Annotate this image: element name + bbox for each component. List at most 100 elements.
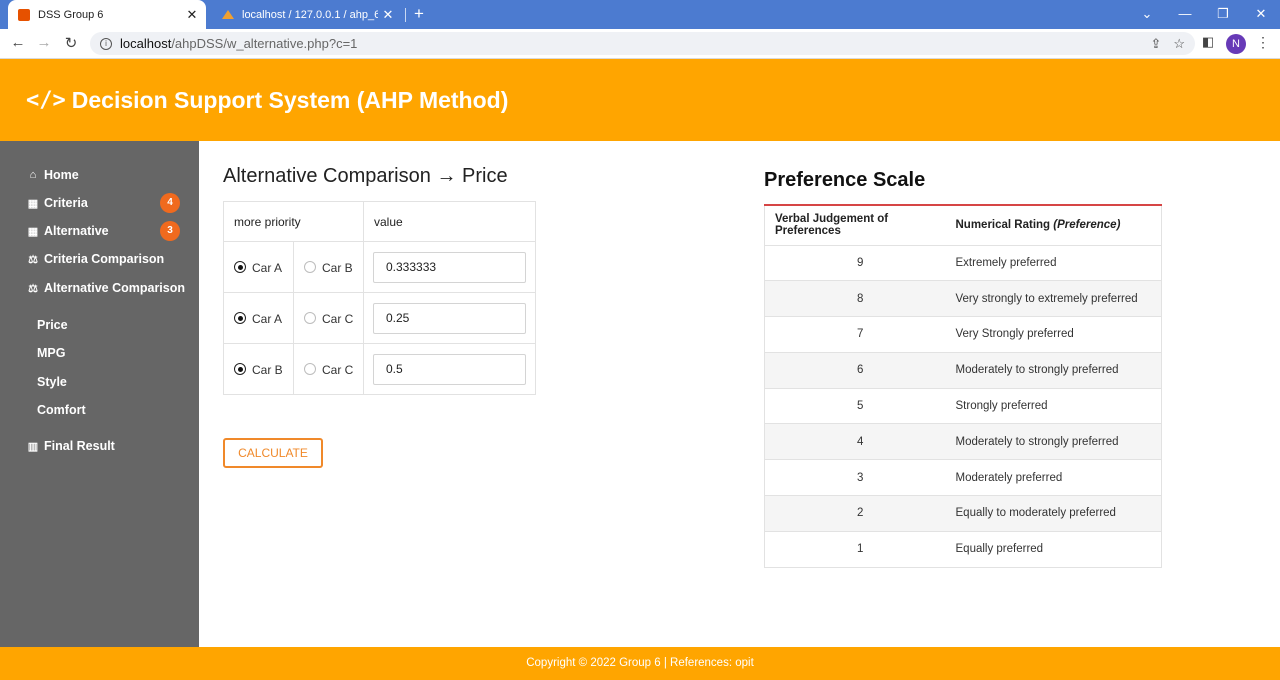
close-window-icon[interactable]: ✕	[1242, 0, 1280, 29]
sidebar-item-criteria-comparison[interactable]: ⚖ Criteria Comparison	[26, 248, 191, 270]
back-arrow-icon[interactable]: ←	[8, 34, 28, 51]
window-controls: ⌄ — ❐ ✕	[1128, 0, 1280, 29]
value-input[interactable]	[373, 353, 526, 385]
value-input[interactable]	[373, 251, 526, 283]
radio-label: Car C	[322, 362, 354, 377]
radio-unchecked-icon[interactable]	[304, 261, 316, 274]
column-header-verbal: Verbal Judgement of Preferences	[764, 205, 956, 246]
app-header: </> Decision Support System (AHP Method)	[0, 59, 1280, 141]
column-header-numerical-text: Numerical Rating	[955, 219, 1051, 232]
table-row: 5 Strongly preferred	[764, 388, 1162, 425]
brand-title[interactable]: Decision Support System (AHP Method)	[72, 87, 509, 114]
share-icon[interactable]: ⇪	[1150, 36, 1161, 52]
column-header-numerical-em: (Preference)	[1053, 219, 1121, 232]
sidebar-subitem-price[interactable]: Price	[37, 318, 68, 332]
close-icon[interactable]: ✕	[378, 7, 398, 23]
radio-checked-icon[interactable]	[234, 261, 246, 274]
minimize-icon[interactable]: —	[1166, 0, 1204, 29]
sidebar-subitem-comfort[interactable]: Comfort	[37, 403, 86, 417]
arrow-icon: →	[436, 165, 457, 187]
radio-label: Car C	[322, 311, 354, 326]
rating-number: 2	[764, 495, 956, 532]
profile-avatar[interactable]: N	[1226, 34, 1246, 54]
table-row: 7 Very Strongly preferred	[764, 316, 1162, 353]
table-icon: ▦	[27, 225, 39, 238]
table-header-row: Verbal Judgement of Preferences Numerica…	[764, 205, 1162, 246]
rating-text: Strongly preferred	[955, 388, 1162, 425]
rating-number: 6	[764, 352, 956, 389]
code-icon: </>	[26, 87, 66, 113]
browser-tab-inactive[interactable]: localhost / 127.0.0.1 / ahp_6 | php ✕	[210, 0, 402, 29]
url-host: localhost	[120, 36, 172, 51]
side-panel-icon[interactable]: ◧	[1198, 34, 1218, 50]
browser-tab-bar: DSS Group 6 ✕ localhost / 127.0.0.1 / ah…	[0, 0, 1280, 29]
restore-icon[interactable]: ❐	[1204, 0, 1242, 29]
tab-separator	[405, 8, 406, 22]
browser-tab-active[interactable]: DSS Group 6 ✕	[8, 0, 206, 29]
page-title: Alternative Comparison → Price	[223, 165, 508, 188]
sidebar-item-label: Criteria	[44, 196, 88, 210]
rating-text: Very strongly to extremely preferred	[955, 280, 1162, 318]
radio-option-a[interactable]: Car A	[223, 292, 294, 344]
table-row: 1 Equally preferred	[764, 531, 1162, 568]
radio-label: Car A	[252, 311, 283, 326]
sidebar-subitem-style[interactable]: Style	[37, 375, 67, 389]
tab-title: localhost / 127.0.0.1 / ahp_6 | php	[242, 8, 378, 21]
rating-number: 3	[764, 459, 956, 497]
bar-chart-icon: ▥	[27, 440, 39, 453]
column-header-numerical: Numerical Rating (Preference)	[955, 205, 1162, 246]
home-icon: ⌂	[29, 169, 37, 181]
star-icon[interactable]: ☆	[1173, 36, 1185, 52]
sidebar-item-final-result[interactable]: ▥ Final Result	[26, 435, 191, 457]
url-field[interactable]: i localhost/ahpDSS/w_alternative.php?c=1…	[90, 32, 1195, 55]
balance-scale-icon: ⚖	[28, 282, 38, 295]
rating-number: 1	[764, 531, 956, 568]
sidebar-item-alternative[interactable]: ▦ Alternative 3	[26, 220, 191, 242]
value-cell	[363, 343, 536, 395]
radio-option-b[interactable]: Car C	[293, 292, 364, 344]
table-header-row: more priority value	[223, 201, 536, 242]
tab-title: DSS Group 6	[38, 8, 104, 21]
page-title-text: Alternative Comparison	[223, 165, 431, 187]
close-icon[interactable]: ✕	[182, 7, 202, 23]
radio-unchecked-icon[interactable]	[304, 363, 316, 376]
table-row: Car A Car B	[223, 241, 536, 293]
menu-kebab-icon[interactable]: ⋮	[1256, 34, 1270, 51]
sidebar-item-label: Alternative Comparison	[44, 281, 186, 295]
radio-checked-icon[interactable]	[234, 363, 246, 376]
rating-number: 8	[764, 280, 956, 318]
column-header-value: value	[363, 201, 536, 242]
info-icon[interactable]: i	[100, 37, 112, 50]
comparison-table: more priority value Car A Car B Car A Ca…	[223, 201, 536, 395]
sidebar-item-label: Criteria Comparison	[44, 252, 165, 266]
radio-option-b[interactable]: Car C	[293, 343, 364, 395]
table-row: 9 Extremely preferred	[764, 245, 1162, 282]
radio-option-a[interactable]: Car B	[223, 343, 294, 395]
sidebar-item-alternative-comparison[interactable]: ⚖ Alternative Comparison	[26, 277, 191, 299]
forward-arrow-icon[interactable]: →	[34, 34, 54, 51]
chevron-down-icon[interactable]: ⌄	[1128, 0, 1166, 29]
column-header-more-priority: more priority	[223, 201, 364, 242]
count-badge: 4	[160, 193, 180, 213]
radio-checked-icon[interactable]	[234, 312, 246, 325]
radio-option-a[interactable]: Car A	[223, 241, 294, 293]
sidebar-subitem-mpg[interactable]: MPG	[37, 346, 65, 360]
radio-label: Car B	[322, 260, 353, 275]
value-input[interactable]	[373, 302, 526, 334]
radio-option-b[interactable]: Car B	[293, 241, 364, 293]
rating-text: Extremely preferred	[955, 245, 1162, 282]
rating-text: Very Strongly preferred	[955, 316, 1162, 353]
sidebar-item-home[interactable]: ⌂ Home	[26, 164, 191, 186]
radio-unchecked-icon[interactable]	[304, 312, 316, 325]
calculate-button[interactable]: CALCULATE	[223, 438, 323, 468]
reload-icon[interactable]: ↻	[61, 34, 81, 52]
value-cell	[363, 292, 536, 344]
radio-label: Car B	[252, 362, 283, 377]
rating-number: 5	[764, 388, 956, 425]
xampp-favicon-icon	[18, 8, 30, 21]
sidebar-item-criteria[interactable]: ▦ Criteria 4	[26, 192, 191, 214]
preference-scale-table: Verbal Judgement of Preferences Numerica…	[764, 204, 1162, 568]
new-tab-plus-icon[interactable]: +	[414, 4, 424, 24]
sidebar-item-label: Alternative	[44, 224, 109, 238]
rating-text: Equally to moderately preferred	[955, 495, 1162, 532]
